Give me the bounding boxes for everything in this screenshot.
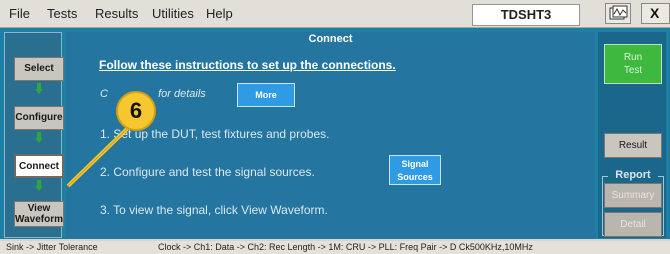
result-button[interactable]: Result [604,133,662,158]
right-panel: Run Test Result Report Summary Detail [598,32,666,238]
page-title: Connect [308,33,353,45]
arrow-down-icon [35,180,43,191]
details-text: C for details [100,88,206,100]
menu-file[interactable]: File [9,6,30,21]
connect-button[interactable]: Connect [14,154,64,178]
status-config: Clock -> Ch1: Data -> Ch2: Rec Length ->… [158,242,533,252]
close-icon: X [650,5,660,21]
detail-button[interactable]: Detail [604,212,662,237]
status-test-name: Sink -> Jitter Tolerance [6,242,98,252]
view-waveform-button[interactable]: View Waveform [14,201,64,227]
configure-button[interactable]: Configure [14,106,64,130]
instruction-header: Follow these instructions to set up the … [99,58,396,72]
signal-sources-label-1: Signal [401,159,429,169]
run-label: Run [623,52,643,63]
run-test-button[interactable]: Run Test [604,44,662,84]
menu-tests[interactable]: Tests [47,6,77,21]
status-bar: Sink -> Jitter Tolerance Clock -> Ch1: D… [0,241,670,254]
app-name: TDSHT3 [472,4,580,26]
details-suffix: for details [158,88,206,100]
select-button[interactable]: Select [14,57,64,81]
left-nav: Select Configure Connect View Waveform [4,32,64,238]
step-2: 2. Configure and test the signal sources… [100,165,315,179]
menu-bar: File Tests Results Utilities Help TDSHT3… [0,0,670,28]
view-waveform-label-2: Waveform [15,214,63,225]
report-label: Report [615,169,651,181]
menu-help[interactable]: Help [206,6,233,21]
signal-sources-label-2: Sources [397,172,433,182]
test-label: Test [623,65,643,76]
callout-badge: 6 [116,91,156,131]
details-prefix: C [100,88,108,100]
view-waveform-label-1: View [27,203,51,214]
arrow-down-icon [35,83,43,94]
close-button[interactable]: X [641,3,670,24]
menu-results[interactable]: Results [95,6,138,21]
step-3: 3. To view the signal, click View Wavefo… [100,203,328,217]
waveform-window-icon [609,5,628,20]
more-button[interactable]: More [237,83,295,107]
minimize-button[interactable] [605,3,631,24]
arrow-down-icon [35,132,43,143]
signal-sources-button[interactable]: Signal Sources [389,155,441,185]
summary-button[interactable]: Summary [604,183,662,208]
menu-utilities[interactable]: Utilities [152,6,194,21]
connect-content: Connect Follow these instructions to set… [66,32,595,238]
